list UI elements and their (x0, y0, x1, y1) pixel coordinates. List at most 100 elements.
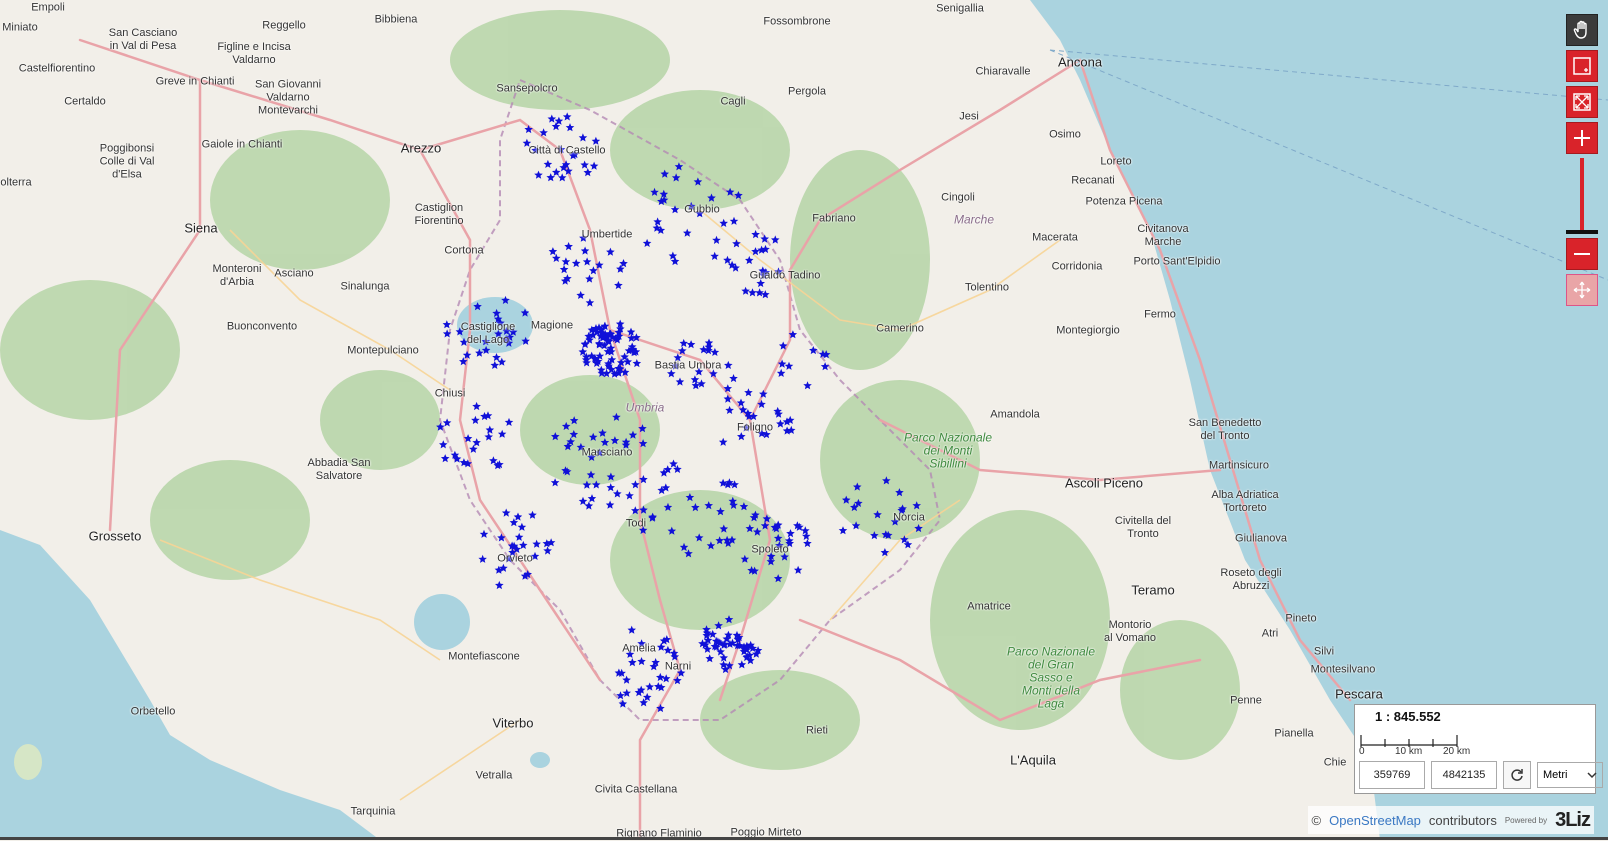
point-marker[interactable] (697, 379, 706, 388)
point-marker[interactable] (543, 159, 553, 168)
point-marker[interactable] (729, 500, 738, 509)
point-marker[interactable] (442, 329, 452, 338)
point-marker[interactable] (442, 320, 452, 329)
point-marker[interactable] (475, 348, 484, 357)
point-marker[interactable] (561, 421, 571, 430)
point-marker[interactable] (580, 160, 589, 169)
point-marker[interactable] (462, 350, 472, 359)
point-marker[interactable] (490, 360, 500, 369)
point-marker[interactable] (585, 274, 594, 283)
point-marker[interactable] (648, 513, 657, 522)
point-marker[interactable] (882, 476, 891, 485)
point-marker[interactable] (478, 554, 487, 563)
point-marker[interactable] (485, 425, 495, 434)
point-marker[interactable] (626, 327, 636, 336)
point-marker[interactable] (504, 417, 514, 426)
point-marker[interactable] (679, 542, 689, 551)
point-marker[interactable] (552, 167, 561, 176)
point-marker[interactable] (801, 526, 810, 535)
point-marker[interactable] (704, 501, 713, 510)
point-marker[interactable] (492, 353, 501, 362)
point-marker[interactable] (598, 428, 607, 437)
point-marker[interactable] (820, 362, 830, 371)
point-marker[interactable] (851, 521, 861, 530)
point-marker[interactable] (675, 377, 685, 386)
point-marker[interactable] (788, 330, 798, 339)
point-marker[interactable] (741, 286, 750, 295)
point-marker[interactable] (610, 436, 620, 445)
point-marker[interactable] (631, 480, 640, 489)
pan-button[interactable] (1566, 14, 1598, 46)
point-marker[interactable] (737, 660, 747, 669)
unit-select[interactable]: Metri (1537, 762, 1603, 788)
point-marker[interactable] (501, 508, 511, 517)
point-marker[interactable] (484, 432, 493, 441)
point-marker[interactable] (671, 173, 681, 182)
point-marker[interactable] (777, 359, 787, 368)
point-marker[interactable] (580, 246, 590, 255)
point-marker[interactable] (757, 399, 766, 408)
point-marker[interactable] (678, 346, 687, 355)
zoom-out-button[interactable] (1566, 238, 1598, 270)
point-marker[interactable] (495, 580, 504, 590)
point-marker[interactable] (595, 260, 604, 269)
point-marker[interactable] (650, 187, 659, 196)
point-marker[interactable] (667, 526, 677, 535)
point-marker[interactable] (546, 173, 555, 182)
point-marker[interactable] (673, 676, 682, 685)
point-marker[interactable] (643, 692, 652, 701)
point-marker[interactable] (645, 682, 654, 691)
point-marker[interactable] (587, 494, 597, 503)
point-marker[interactable] (551, 432, 560, 441)
point-marker[interactable] (725, 405, 734, 414)
point-marker[interactable] (639, 475, 648, 484)
point-marker[interactable] (481, 345, 491, 354)
point-marker[interactable] (638, 439, 648, 448)
point-marker[interactable] (736, 398, 746, 407)
point-marker[interactable] (583, 168, 593, 177)
point-marker[interactable] (442, 418, 452, 427)
point-marker[interactable] (559, 265, 569, 274)
point-marker[interactable] (571, 258, 581, 268)
point-marker[interactable] (755, 288, 764, 297)
point-marker[interactable] (539, 128, 548, 137)
point-marker[interactable] (880, 548, 890, 557)
point-marker[interactable] (873, 510, 882, 519)
point-marker[interactable] (771, 235, 780, 244)
point-marker[interactable] (628, 430, 638, 439)
point-marker[interactable] (684, 549, 693, 558)
point-marker[interactable] (715, 536, 724, 545)
point-marker[interactable] (532, 539, 541, 548)
zoom-in-button[interactable] (1566, 122, 1598, 154)
point-marker[interactable] (710, 347, 720, 356)
point-marker[interactable] (569, 416, 579, 425)
point-marker[interactable] (716, 507, 725, 516)
point-marker[interactable] (685, 493, 695, 502)
coord-x-field[interactable]: 359769 (1359, 761, 1425, 789)
point-marker[interactable] (729, 216, 739, 225)
point-marker[interactable] (606, 247, 615, 256)
point-marker[interactable] (786, 529, 795, 538)
point-marker[interactable] (614, 280, 623, 290)
point-marker[interactable] (497, 357, 507, 366)
point-marker[interactable] (690, 375, 700, 384)
point-marker[interactable] (760, 234, 769, 243)
point-marker[interactable] (712, 235, 721, 244)
point-marker[interactable] (686, 340, 696, 349)
point-marker[interactable] (694, 533, 704, 542)
point-marker[interactable] (912, 501, 921, 510)
point-marker[interactable] (605, 500, 615, 509)
point-marker[interactable] (751, 247, 760, 256)
point-marker[interactable] (469, 444, 478, 453)
point-marker[interactable] (552, 253, 561, 262)
point-marker[interactable] (719, 218, 728, 227)
point-marker[interactable] (760, 521, 770, 530)
point-marker[interactable] (724, 360, 733, 369)
point-marker[interactable] (723, 394, 733, 403)
point-marker[interactable] (578, 133, 588, 142)
point-marker[interactable] (745, 524, 755, 533)
zoom-box-button[interactable] (1566, 50, 1598, 82)
point-marker[interactable] (725, 187, 735, 196)
point-marker[interactable] (679, 338, 689, 347)
point-marker[interactable] (719, 524, 729, 533)
